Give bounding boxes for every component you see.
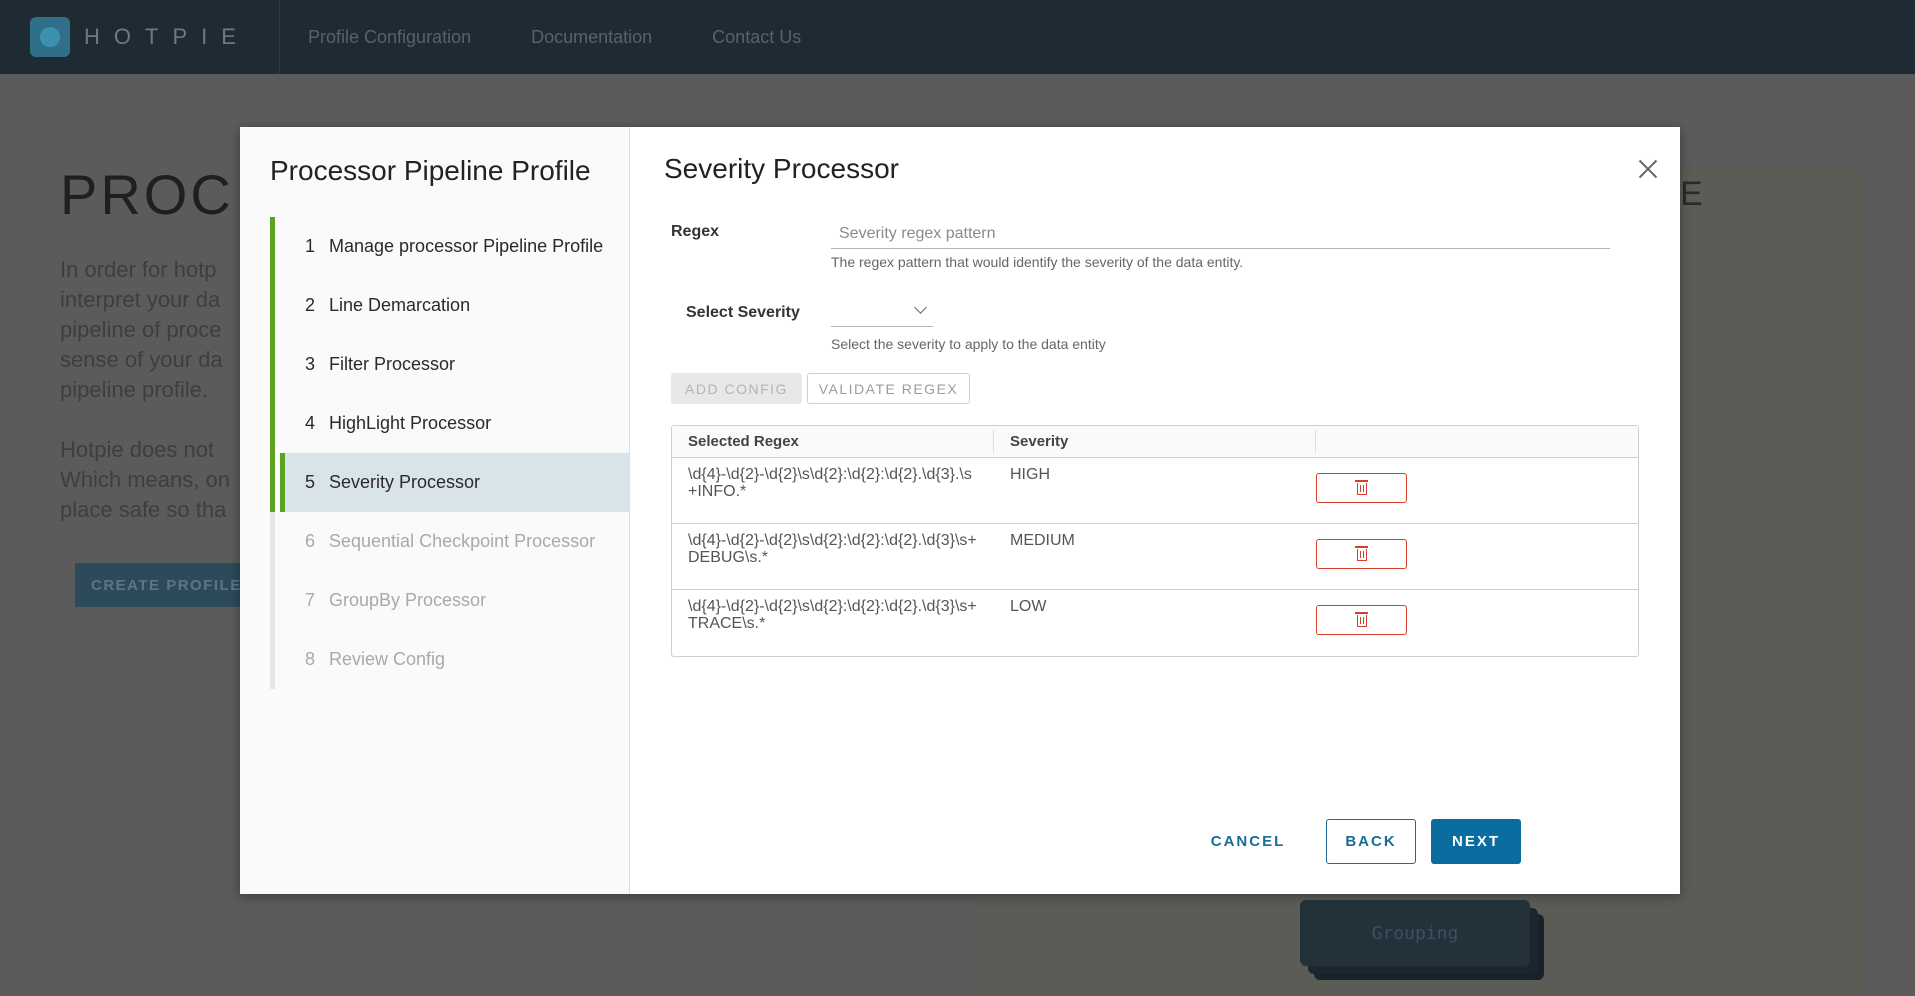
background-panel-heading: E xyxy=(1680,175,1703,213)
table-header: Selected Regex Severity xyxy=(672,426,1638,458)
table-row: \d{4}-\d{2}-\d{2}\s\d{2}:\d{2}:\d{2}.\d{… xyxy=(672,590,1638,656)
column-header-severity: Severity xyxy=(994,430,1316,453)
add-config-button[interactable]: ADD CONFIG xyxy=(671,373,802,404)
trash-icon xyxy=(1354,480,1368,495)
grouping-card: Grouping xyxy=(1300,900,1530,966)
column-header-selected-regex: Selected Regex xyxy=(672,430,994,453)
step-number: 4 xyxy=(305,413,316,433)
actions-cell xyxy=(1316,524,1638,589)
regex-cell: \d{4}-\d{2}-\d{2}\s\d{2}:\d{2}:\d{2}.\d{… xyxy=(688,598,977,632)
step-review-config: 8 Review Config xyxy=(270,630,630,689)
actions-cell xyxy=(1316,590,1638,656)
hotpie-logo-icon xyxy=(30,17,70,57)
wizard-step-nav: Processor Pipeline Profile 1 Manage proc… xyxy=(240,127,630,894)
severity-select[interactable] xyxy=(831,297,933,327)
back-button[interactable]: BACK xyxy=(1326,819,1416,864)
regex-cell: \d{4}-\d{2}-\d{2}\s\d{2}:\d{2}:\d{2}.\d{… xyxy=(688,532,977,566)
background-intro: In order for hotp interpret your da pipe… xyxy=(60,255,260,555)
regex-cell: \d{4}-\d{2}-\d{2}\s\d{2}:\d{2}:\d{2}.\d{… xyxy=(688,466,972,500)
create-profile-button[interactable]: CREATE PROFILE xyxy=(75,563,255,607)
actions-cell xyxy=(1316,458,1638,523)
nav-documentation[interactable]: Documentation xyxy=(531,27,652,48)
step-sequential-checkpoint-processor: 6 Sequential Checkpoint Processor xyxy=(270,512,630,571)
step-number: 1 xyxy=(305,236,316,256)
step-groupby-processor: 7 GroupBy Processor xyxy=(270,571,630,630)
step-label: HighLight Processor xyxy=(329,413,492,433)
select-severity-label: Select Severity xyxy=(686,304,800,321)
step-title: Severity Processor xyxy=(664,153,899,184)
background-paragraph: Hotpie does not Which means, on place sa… xyxy=(60,437,230,522)
severity-cell: MEDIUM xyxy=(1010,532,1075,549)
regex-helper-text: The regex pattern that would identify th… xyxy=(831,254,1244,270)
next-button[interactable]: NEXT xyxy=(1431,819,1521,864)
step-label: Severity Processor xyxy=(329,472,481,492)
cancel-button[interactable]: CANCEL xyxy=(1193,819,1303,864)
step-highlight-processor[interactable]: 4 HighLight Processor xyxy=(270,394,630,453)
regex-label: Regex xyxy=(671,223,720,240)
step-line-demarcation[interactable]: 2 Line Demarcation xyxy=(270,276,630,335)
step-number: 8 xyxy=(305,649,316,669)
step-number: 3 xyxy=(305,354,316,374)
step-number: 6 xyxy=(305,531,316,551)
delete-row-button[interactable] xyxy=(1316,539,1407,569)
step-label: Filter Processor xyxy=(329,354,456,374)
table-row: \d{4}-\d{2}-\d{2}\s\d{2}:\d{2}:\d{2}.\d{… xyxy=(672,458,1638,524)
severity-helper-text: Select the severity to apply to the data… xyxy=(831,336,1106,352)
delete-row-button[interactable] xyxy=(1316,605,1407,635)
background-page-title: PROC xyxy=(60,163,234,226)
top-navigation-bar: HOTPIE Profile Configuration Documentati… xyxy=(0,0,1915,74)
severity-config-table: Selected Regex Severity \d{4}-\d{2}-\d{2… xyxy=(671,425,1639,657)
step-content: Severity Processor Regex The regex patte… xyxy=(630,127,1680,894)
step-label: Line Demarcation xyxy=(329,295,471,315)
severity-cell: HIGH xyxy=(1010,466,1050,483)
processor-pipeline-modal: Processor Pipeline Profile 1 Manage proc… xyxy=(240,127,1680,894)
brand-name: HOTPIE xyxy=(84,24,250,49)
validate-regex-button[interactable]: VALIDATE REGEX xyxy=(807,373,970,404)
step-label: Review Config xyxy=(329,649,446,669)
chevron-down-icon xyxy=(914,301,927,314)
nav-contact-us[interactable]: Contact Us xyxy=(712,27,801,48)
nav-profile-configuration[interactable]: Profile Configuration xyxy=(308,27,471,48)
step-list: 1 Manage processor Pipeline Profile 2 Li… xyxy=(270,217,630,689)
step-number: 5 xyxy=(305,472,316,492)
step-severity-processor[interactable]: 5 Severity Processor xyxy=(270,453,630,512)
step-filter-processor[interactable]: 3 Filter Processor xyxy=(270,335,630,394)
step-number: 7 xyxy=(305,590,316,610)
regex-input[interactable] xyxy=(831,219,1610,249)
step-number: 2 xyxy=(305,295,316,315)
brand[interactable]: HOTPIE xyxy=(0,0,280,74)
trash-icon xyxy=(1354,612,1368,627)
step-label: GroupBy Processor xyxy=(329,590,487,610)
table-row: \d{4}-\d{2}-\d{2}\s\d{2}:\d{2}:\d{2}.\d{… xyxy=(672,524,1638,590)
step-manage-processor-pipeline-profile[interactable]: 1 Manage processor Pipeline Profile xyxy=(270,217,630,276)
step-label: Sequential Checkpoint Processor xyxy=(329,531,596,551)
trash-icon xyxy=(1354,546,1368,561)
severity-cell: LOW xyxy=(1010,598,1047,615)
delete-row-button[interactable] xyxy=(1316,473,1407,503)
wizard-title: Processor Pipeline Profile xyxy=(270,155,591,186)
step-label: Manage processor Pipeline Profile xyxy=(329,236,604,256)
background-paragraph: In order for hotp interpret your da pipe… xyxy=(60,257,223,402)
close-icon[interactable] xyxy=(1634,155,1662,183)
column-header-actions xyxy=(1316,430,1638,453)
